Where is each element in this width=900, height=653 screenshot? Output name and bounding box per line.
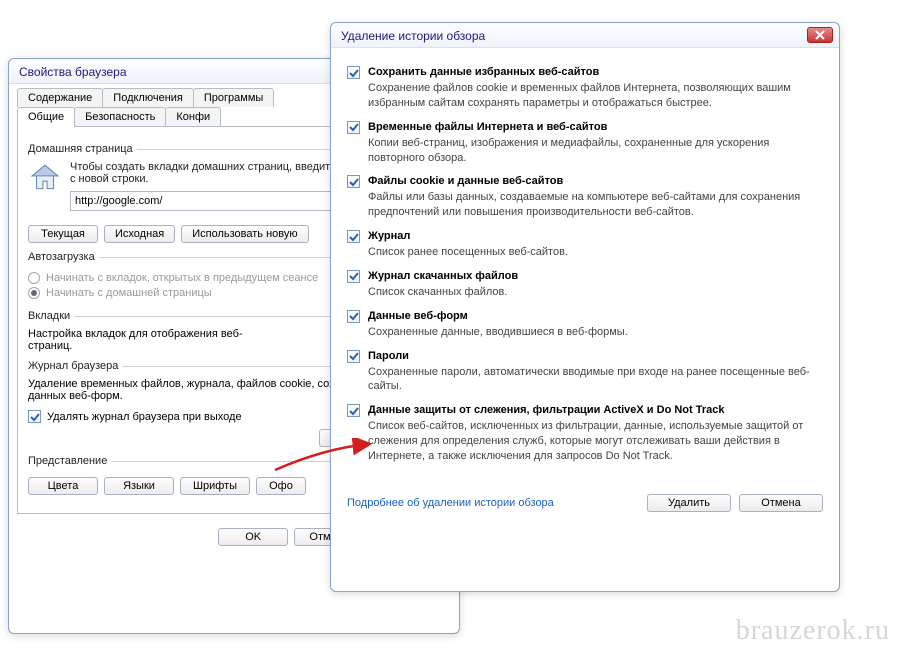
delete-item: Временные файлы Интернета и веб-сайтов Ко… xyxy=(347,121,823,166)
group-homepage-legend: Домашняя страница xyxy=(28,143,137,155)
home-icon xyxy=(28,161,62,195)
homepage-newtab-button[interactable]: Использовать новую xyxy=(181,225,308,243)
delete-item: Файлы cookie и данные веб-сайтов Файлы ил… xyxy=(347,175,823,220)
delete-item-desc: Копии веб-страниц, изображения и медиафа… xyxy=(368,136,823,166)
delete-item-title: Сохранить данные избранных веб-сайтов xyxy=(368,66,599,78)
fonts-button[interactable]: Шрифты xyxy=(180,477,250,495)
radio-icon xyxy=(28,287,40,299)
delete-item: Журнал Список ранее посещенных веб-сайтов… xyxy=(347,230,823,260)
delete-item-title: Журнал xyxy=(368,230,410,242)
delete-item-checkbox[interactable] xyxy=(347,121,360,134)
delete-on-exit-label: Удалять журнал браузера при выходе xyxy=(47,411,242,423)
homepage-url-input[interactable] xyxy=(70,191,350,211)
delete-item: Данные защиты от слежения, фильтрации Ac… xyxy=(347,404,823,464)
delete-item: Сохранить данные избранных веб-сайтов Сох… xyxy=(347,66,823,111)
tab-content[interactable]: Содержание xyxy=(17,88,103,107)
delete-item-desc: Список скачанных файлов. xyxy=(368,285,823,300)
close-icon xyxy=(815,30,825,40)
delete-item-desc: Список веб-сайтов, исключенных из фильтр… xyxy=(368,419,823,464)
delete-item-checkbox[interactable] xyxy=(347,230,360,243)
radio-icon xyxy=(28,272,40,284)
homepage-current-button[interactable]: Текущая xyxy=(28,225,98,243)
delete-item-checkbox[interactable] xyxy=(347,350,360,363)
group-startup-legend: Автозагрузка xyxy=(28,251,99,263)
delete-item: Пароли Сохраненные пароли, автоматически … xyxy=(347,350,823,395)
delete-history-dialog: Удаление истории обзора Сохранить данные… xyxy=(330,22,840,592)
delete-item-title: Пароли xyxy=(368,350,409,362)
delete-item-checkbox[interactable] xyxy=(347,270,360,283)
dialog-cancel-button[interactable]: Отмена xyxy=(739,494,823,512)
learn-more-link[interactable]: Подробнее об удалении истории обзора xyxy=(347,497,554,509)
delete-item-checkbox[interactable] xyxy=(347,175,360,188)
accessibility-button[interactable]: Офо xyxy=(256,477,306,495)
tab-programs[interactable]: Программы xyxy=(193,88,274,107)
watermark: brauzerok.ru xyxy=(736,615,890,647)
delete-item-title: Данные защиты от слежения, фильтрации Ac… xyxy=(368,404,724,416)
languages-button[interactable]: Языки xyxy=(104,477,174,495)
close-button[interactable] xyxy=(807,27,833,43)
dialog-footer: Подробнее об удалении истории обзора Уда… xyxy=(331,486,839,526)
colors-button[interactable]: Цвета xyxy=(28,477,98,495)
tabs-desc: Настройка вкладок для отображения веб-ст… xyxy=(28,328,268,352)
delete-item-title: Журнал скачанных файлов xyxy=(368,270,518,282)
tab-security[interactable]: Безопасность xyxy=(74,107,166,126)
delete-item-desc: Файлы или базы данных, создаваемые на ко… xyxy=(368,190,823,220)
delete-item: Журнал скачанных файлов Список скачанных … xyxy=(347,270,823,300)
delete-item-desc: Сохраненные пароли, автоматически вводим… xyxy=(368,365,823,395)
tab-privacy[interactable]: Конфи xyxy=(165,107,221,126)
delete-item-title: Данные веб-форм xyxy=(368,310,468,322)
group-history-legend: Журнал браузера xyxy=(28,360,122,372)
ok-button[interactable]: OK xyxy=(218,528,288,546)
delete-item-checkbox[interactable] xyxy=(347,310,360,323)
delete-item-desc: Сохраненные данные, вводившиеся в веб-фо… xyxy=(368,325,823,340)
delete-on-exit-checkbox[interactable] xyxy=(28,410,41,423)
dialog-title-bar: Удаление истории обзора xyxy=(331,23,839,48)
delete-item-checkbox[interactable] xyxy=(347,66,360,79)
window-title: Свойства браузера xyxy=(19,65,127,79)
delete-item-checkbox[interactable] xyxy=(347,404,360,417)
dialog-delete-button[interactable]: Удалить xyxy=(647,494,731,512)
tab-general[interactable]: Общие xyxy=(17,107,75,127)
homepage-default-button[interactable]: Исходная xyxy=(104,225,175,243)
group-appearance-legend: Представление xyxy=(28,455,111,467)
delete-item-title: Файлы cookie и данные веб-сайтов xyxy=(368,175,563,187)
delete-item-desc: Сохранение файлов cookie и временных фай… xyxy=(368,81,823,111)
delete-history-list: Сохранить данные избранных веб-сайтов Сох… xyxy=(331,48,839,486)
delete-item: Данные веб-форм Сохраненные данные, вводи… xyxy=(347,310,823,340)
tab-connections[interactable]: Подключения xyxy=(102,88,194,107)
delete-item-desc: Список ранее посещенных веб-сайтов. xyxy=(368,245,823,260)
delete-item-title: Временные файлы Интернета и веб-сайтов xyxy=(368,121,607,133)
group-tabs-legend: Вкладки xyxy=(28,310,74,322)
dialog-title: Удаление истории обзора xyxy=(341,29,485,43)
